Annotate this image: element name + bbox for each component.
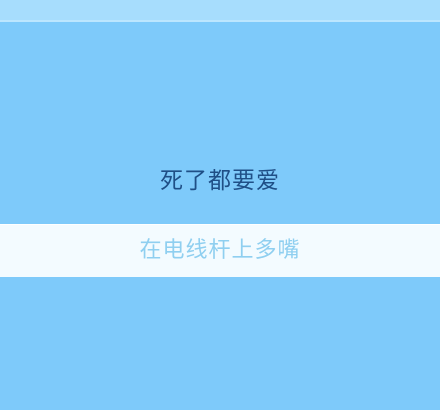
subtitle: 在电线杆上多嘴 [139,238,301,263]
top-band [0,0,440,22]
main-title: 死了都要爱 [160,168,280,194]
subtitle-band: 在电线杆上多嘴 [0,224,440,277]
